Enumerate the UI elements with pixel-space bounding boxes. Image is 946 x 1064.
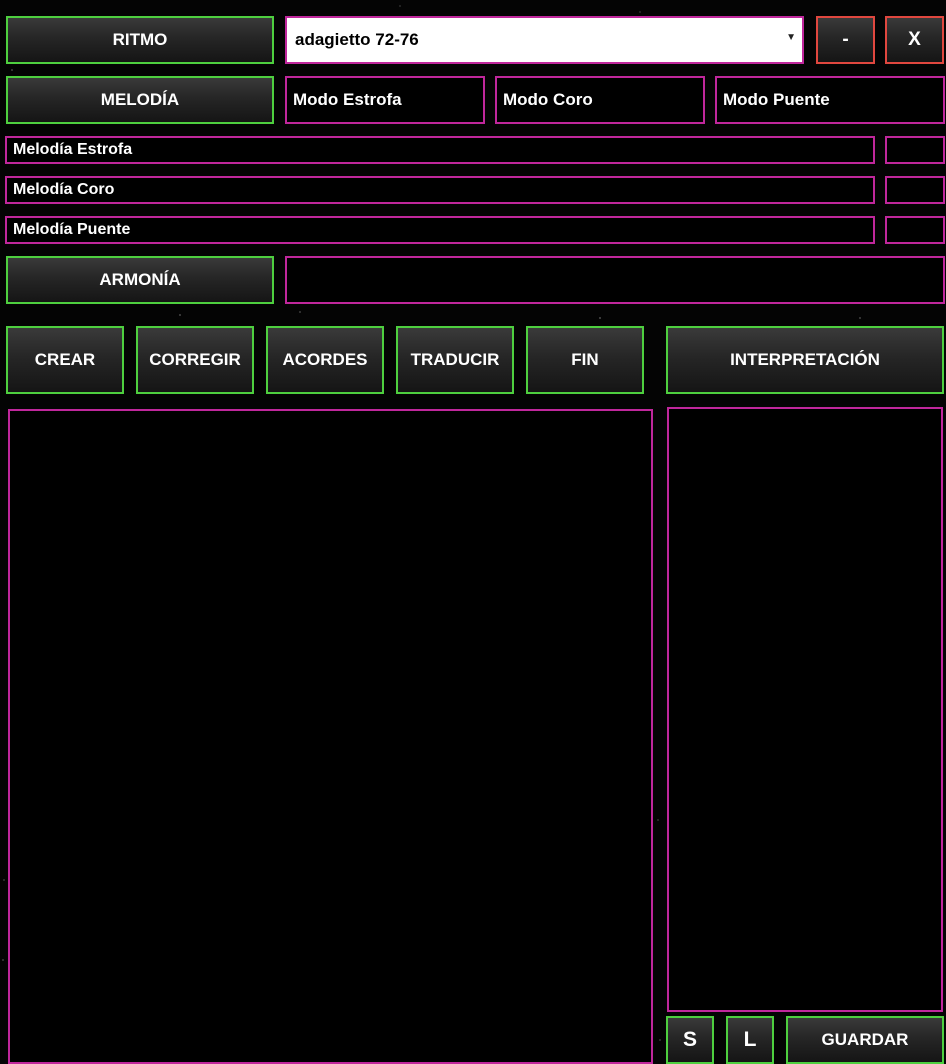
melodia-puente-field[interactable]: Melodía Puente [5,216,875,244]
guardar-button[interactable]: GUARDAR [786,1016,944,1064]
ritmo-select[interactable]: adagietto 72-76 ▼ [285,16,804,64]
modo-puente-field[interactable]: Modo Puente [715,76,945,124]
main-text-area[interactable] [8,409,653,1064]
close-button[interactable]: X [885,16,944,64]
melodia-coro-field[interactable]: Melodía Coro [5,176,875,204]
melodia-puente-extra-field[interactable] [885,216,945,244]
modo-coro-field[interactable]: Modo Coro [495,76,705,124]
modo-estrofa-field[interactable]: Modo Estrofa [285,76,485,124]
s-button[interactable]: S [666,1016,714,1064]
melodia-estrofa-field[interactable]: Melodía Estrofa [5,136,875,164]
chevron-down-icon[interactable]: ▼ [786,32,796,43]
traducir-button[interactable]: TRADUCIR [396,326,514,394]
armonia-field[interactable] [285,256,945,304]
crear-button[interactable]: CREAR [6,326,124,394]
melodia-estrofa-extra-field[interactable] [885,136,945,164]
melodia-coro-extra-field[interactable] [885,176,945,204]
interpretation-text-area[interactable] [667,407,943,1012]
minimize-button[interactable]: - [816,16,875,64]
interpretacion-button[interactable]: INTERPRETACIÓN [666,326,944,394]
corregir-button[interactable]: CORREGIR [136,326,254,394]
acordes-button[interactable]: ACORDES [266,326,384,394]
ritmo-select-value: adagietto 72-76 [295,30,419,49]
l-button[interactable]: L [726,1016,774,1064]
ritmo-button[interactable]: RITMO [6,16,274,64]
armonia-button[interactable]: ARMONÍA [6,256,274,304]
fin-button[interactable]: FIN [526,326,644,394]
melodia-button[interactable]: MELODÍA [6,76,274,124]
